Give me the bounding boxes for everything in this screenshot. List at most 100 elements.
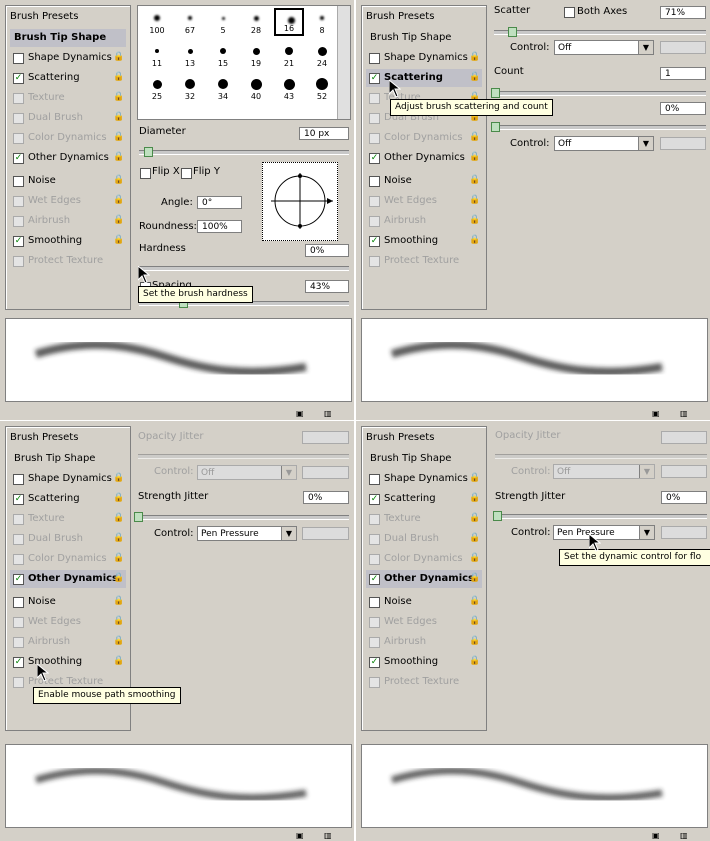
lock-icon[interactable]: 🔒: [469, 573, 480, 584]
lock-icon[interactable]: 🔒: [469, 656, 480, 667]
lock-icon[interactable]: 🔒: [469, 533, 480, 544]
checkbox[interactable]: [369, 196, 380, 207]
chevron-down-icon[interactable]: ▼: [639, 526, 654, 539]
checkbox[interactable]: [369, 133, 380, 144]
scatter-slider[interactable]: [494, 30, 706, 35]
brush-preset-cell[interactable]: 67: [175, 8, 205, 36]
grid-scrollbar[interactable]: [337, 6, 350, 119]
checkbox[interactable]: [13, 256, 24, 267]
checkbox[interactable]: [13, 196, 24, 207]
lock-icon[interactable]: 🔒: [113, 636, 124, 647]
new-preset-icon[interactable]: ▣: [296, 831, 304, 840]
sidebar-item-scattering[interactable]: ✓ Scattering 🔒: [366, 490, 482, 508]
brush-preset-cell[interactable]: 34: [208, 74, 238, 102]
sidebar-item-other-dynamics[interactable]: ✓ Other Dynamics 🔒: [10, 149, 126, 167]
trash-icon[interactable]: ▥: [680, 831, 688, 840]
sidebar-item-smoothing[interactable]: ✓ Smoothing 🔒: [366, 232, 482, 250]
brush-preset-cell[interactable]: 25: [142, 74, 172, 102]
sidebar-item-color-dynamics[interactable]: Color Dynamics 🔒: [366, 550, 482, 568]
lock-icon[interactable]: 🔒: [469, 616, 480, 627]
opacity-jitter-slider[interactable]: [495, 454, 707, 459]
checkbox[interactable]: [369, 637, 380, 648]
sidebar-item-wet-edges[interactable]: Wet Edges 🔒: [366, 192, 482, 210]
checkbox[interactable]: [13, 113, 24, 124]
lock-icon[interactable]: 🔒: [113, 596, 124, 607]
lock-icon[interactable]: 🔒: [113, 52, 124, 63]
lock-icon[interactable]: 🔒: [469, 72, 480, 83]
lock-icon[interactable]: 🔒: [469, 553, 480, 564]
trash-icon[interactable]: ▥: [680, 409, 688, 418]
scatter-field[interactable]: 71%: [660, 6, 706, 19]
sidebar-item-smoothing[interactable]: ✓ Smoothing 🔒: [10, 653, 126, 671]
lock-icon[interactable]: 🔒: [113, 493, 124, 504]
brush-presets-item[interactable]: Brush Presets: [10, 430, 78, 446]
checkbox[interactable]: [369, 474, 380, 485]
chevron-down-icon[interactable]: ▼: [639, 465, 654, 478]
brush-preset-cell[interactable]: 8: [307, 8, 337, 36]
checkbox[interactable]: [13, 534, 24, 545]
checkbox[interactable]: [369, 216, 380, 227]
lock-icon[interactable]: 🔒: [113, 533, 124, 544]
count-slider-thumb[interactable]: [491, 88, 500, 98]
lock-icon[interactable]: 🔒: [113, 152, 124, 163]
brush-presets-item[interactable]: Brush Presets: [366, 430, 434, 446]
sidebar-item-brush-tip-shape[interactable]: Brush Tip Shape: [366, 29, 482, 47]
lock-icon[interactable]: 🔒: [113, 473, 124, 484]
lock-icon[interactable]: 🔒: [469, 152, 480, 163]
brush-preset-cell[interactable]: 11: [142, 41, 172, 69]
roundness-field[interactable]: 100%: [197, 220, 242, 233]
checkbox[interactable]: ✓: [13, 494, 24, 505]
sidebar-item-airbrush[interactable]: Airbrush 🔒: [366, 633, 482, 651]
lock-icon[interactable]: 🔒: [113, 175, 124, 186]
checkbox[interactable]: [13, 617, 24, 628]
checkbox[interactable]: [13, 474, 24, 485]
lock-icon[interactable]: 🔒: [469, 636, 480, 647]
diameter-field[interactable]: 10 px: [299, 127, 349, 140]
sidebar-item-shape-dynamics[interactable]: Shape Dynamics 🔒: [366, 49, 482, 67]
strength-control-select[interactable]: Pen Pressure ▼: [553, 525, 655, 540]
scatter-slider-thumb[interactable]: [508, 27, 517, 37]
sidebar-item-brush-tip-shape[interactable]: Brush Tip Shape: [10, 29, 126, 47]
opacity-control-select[interactable]: Off ▼: [553, 464, 655, 479]
lock-icon[interactable]: 🔒: [113, 553, 124, 564]
sidebar-item-texture[interactable]: Texture 🔒: [366, 510, 482, 528]
scatter-control-select[interactable]: Off ▼: [554, 40, 654, 55]
sidebar-item-smoothing[interactable]: ✓ Smoothing 🔒: [10, 232, 126, 250]
sidebar-item-dual-brush[interactable]: Dual Brush 🔒: [10, 109, 126, 127]
sidebar-item-color-dynamics[interactable]: Color Dynamics 🔒: [366, 129, 482, 147]
trash-icon[interactable]: ▥: [324, 409, 332, 418]
lock-icon[interactable]: 🔒: [113, 195, 124, 206]
checkbox[interactable]: [369, 176, 380, 187]
brush-preset-cell[interactable]: 28: [241, 8, 271, 36]
hardness-slider[interactable]: [139, 266, 349, 271]
lock-icon[interactable]: 🔒: [469, 215, 480, 226]
brush-preset-cell[interactable]: 24: [307, 41, 337, 69]
sidebar-item-protect-texture[interactable]: Protect Texture: [10, 252, 126, 270]
checkbox[interactable]: [369, 256, 380, 267]
new-preset-icon[interactable]: ▣: [296, 409, 304, 418]
sidebar-item-noise[interactable]: Noise 🔒: [10, 172, 126, 190]
checkbox[interactable]: ✓: [13, 73, 24, 84]
checkbox[interactable]: ✓: [369, 153, 380, 164]
sidebar-item-airbrush[interactable]: Airbrush 🔒: [366, 212, 482, 230]
lock-icon[interactable]: 🔒: [113, 616, 124, 627]
lock-icon[interactable]: 🔒: [469, 175, 480, 186]
brush-presets-item[interactable]: Brush Presets: [10, 9, 78, 25]
sidebar-item-texture[interactable]: Texture 🔒: [10, 89, 126, 107]
checkbox[interactable]: [369, 677, 380, 688]
lock-icon[interactable]: 🔒: [113, 573, 124, 584]
checkbox[interactable]: [13, 514, 24, 525]
brush-preset-cell[interactable]: 32: [175, 74, 205, 102]
chevron-down-icon[interactable]: ▼: [638, 41, 653, 54]
checkbox[interactable]: [369, 554, 380, 565]
sidebar-item-noise[interactable]: Noise 🔒: [366, 172, 482, 190]
brush-preset-cell[interactable]: 52: [307, 74, 337, 102]
lock-icon[interactable]: 🔒: [113, 72, 124, 83]
sidebar-item-scattering[interactable]: ✓ Scattering 🔒: [10, 490, 126, 508]
sidebar-item-brush-tip-shape[interactable]: Brush Tip Shape: [10, 450, 126, 468]
checkbox[interactable]: ✓: [13, 153, 24, 164]
trash-icon[interactable]: ▥: [324, 831, 332, 840]
lock-icon[interactable]: 🔒: [113, 132, 124, 143]
new-preset-icon[interactable]: ▣: [652, 409, 660, 418]
chevron-down-icon[interactable]: ▼: [281, 466, 296, 479]
